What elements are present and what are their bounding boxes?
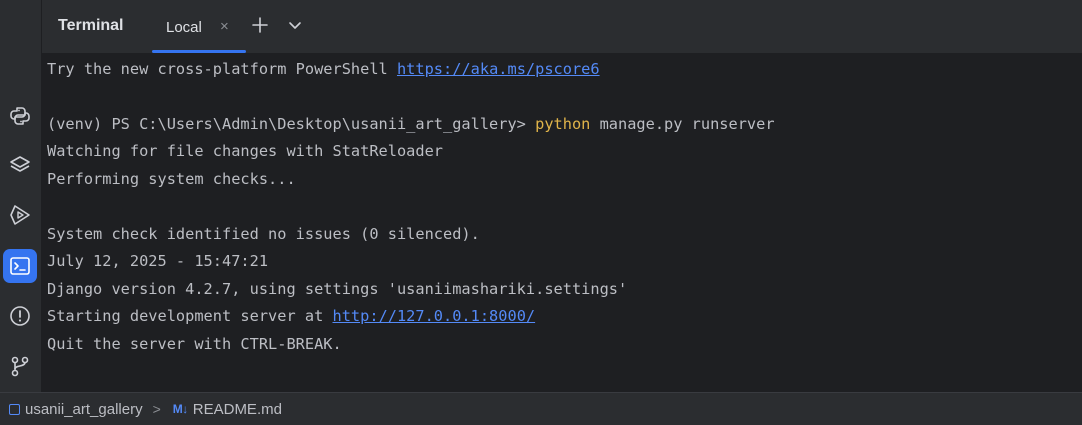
layers-icon (10, 156, 30, 172)
problems-button[interactable] (3, 299, 37, 333)
server-url-link[interactable]: http://127.0.0.1:8000/ (333, 307, 536, 325)
left-tool-rail (0, 0, 42, 392)
terminal-line: Starting development server at http://12… (47, 307, 535, 325)
git-button[interactable] (3, 349, 37, 383)
terminal-line: Try the new cross-platform PowerShell ht… (47, 60, 600, 78)
terminal-line: Quit the server with CTRL-BREAK. (47, 335, 342, 353)
python-console-button[interactable] (3, 99, 37, 133)
breadcrumb-file[interactable]: README.md (193, 401, 282, 418)
command-name: python (535, 115, 591, 133)
breadcrumb-project[interactable]: usanii_art_gallery (25, 401, 143, 418)
markdown-icon: M↓ (172, 402, 189, 416)
services-button[interactable] (3, 198, 37, 232)
terminal-button[interactable] (3, 249, 37, 283)
terminal-line: Performing system checks... (47, 170, 296, 188)
terminal-line: Watching for file changes with StatReloa… (47, 142, 444, 160)
new-tab-button[interactable] (249, 14, 271, 36)
python-icon (10, 107, 30, 125)
line-text: Try the new cross-platform PowerShell (47, 60, 397, 78)
problems-icon (10, 306, 30, 326)
chevron-down-icon (289, 22, 301, 29)
close-icon[interactable]: × (220, 18, 229, 35)
tab-options-dropdown[interactable] (284, 14, 306, 36)
tab-local[interactable]: Local × (152, 0, 246, 53)
terminal-line: Django version 4.2.7, using settings 'us… (47, 280, 628, 298)
command-args: manage.py runserver (590, 115, 775, 133)
tool-window-title: Terminal (58, 17, 124, 34)
line-text: Starting development server at (47, 307, 333, 325)
terminal-output[interactable]: Try the new cross-platform PowerShell ht… (42, 54, 1082, 394)
tab-label: Local (166, 19, 202, 36)
pscore-link[interactable]: https://aka.ms/pscore6 (397, 60, 600, 78)
terminal-tool-header: Terminal Local × (42, 0, 1082, 54)
terminal-prompt-line: (venv) PS C:\Users\Admin\Desktop\usanii_… (47, 115, 775, 133)
chevron-right-icon: > (152, 401, 161, 417)
layers-button[interactable] (3, 148, 37, 182)
terminal-line: System check identified no issues (0 sil… (47, 225, 480, 243)
git-icon (11, 356, 29, 377)
status-bar: usanii_art_gallery > M↓ README.md (0, 392, 1082, 425)
project-icon (9, 403, 20, 415)
plus-icon (252, 17, 268, 33)
terminal-line: July 12, 2025 - 15:47:21 (47, 252, 269, 270)
active-tab-indicator (152, 50, 246, 53)
terminal-icon (10, 257, 30, 275)
services-icon (10, 205, 30, 225)
prompt: (venv) PS C:\Users\Admin\Desktop\usanii_… (47, 115, 536, 133)
